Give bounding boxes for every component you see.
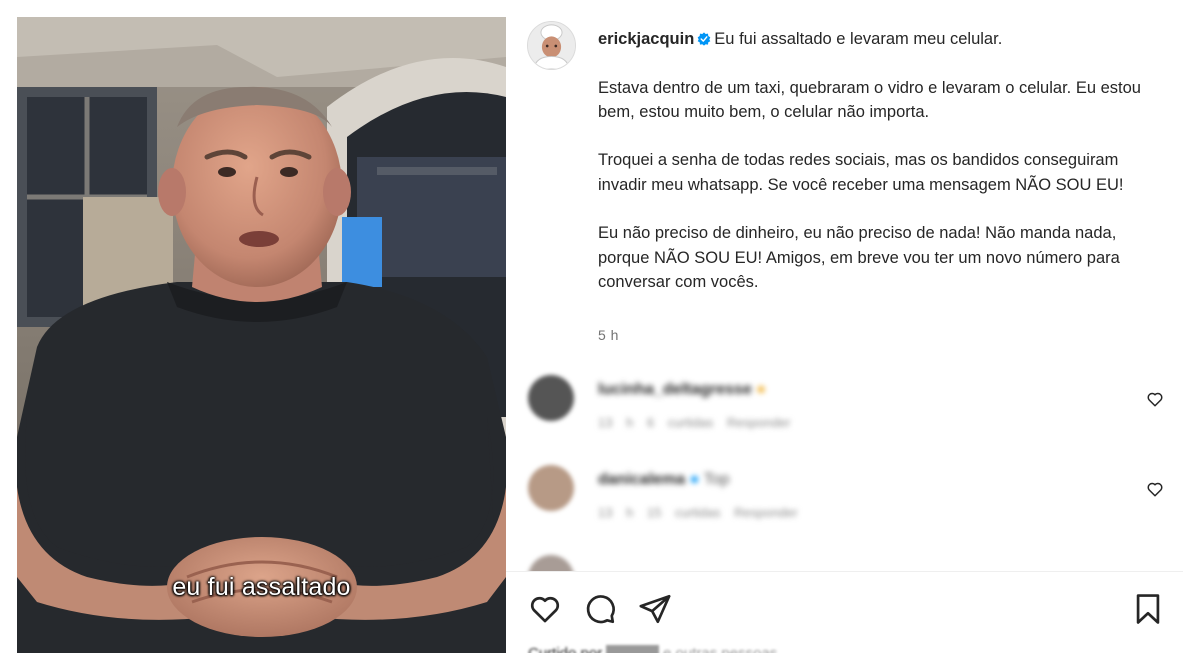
post-paragraph-1: Eu fui assaltado e levaram meu celular.: [714, 30, 1003, 48]
avatar-icon: [528, 22, 575, 69]
post-sidebar: erickjacquin Eu fui assaltado e levaram m…: [506, 17, 1183, 653]
post-first-line: erickjacquin Eu fui assaltado e levaram m…: [598, 27, 1158, 51]
comment-item: danicalema ● Top 13 h 15 curtidas Respon…: [506, 463, 1183, 533]
comment-icon: [586, 595, 615, 624]
comment-username[interactable]: lucinha_deltagresse ●: [598, 381, 766, 399]
bookmark-icon: [1136, 594, 1160, 624]
post-timestamp[interactable]: 5 h: [598, 327, 619, 343]
comment-like-button[interactable]: [1146, 480, 1164, 498]
heart-icon: [530, 596, 560, 623]
video-caption: eu fui assaltado: [172, 573, 351, 601]
post-paragraph-3: Troquei a senha de todas redes sociais, …: [598, 151, 1124, 194]
verified-badge-icon: [697, 32, 711, 46]
comment-like-button[interactable]: [1146, 390, 1164, 408]
post-paragraph-4: Eu não preciso de dinheiro, eu não preci…: [598, 224, 1120, 291]
post-username[interactable]: erickjacquin: [598, 30, 694, 48]
comment-meta: 13 h 6 curtidas Responder: [598, 415, 791, 430]
comment-item: lucinha_deltagresse ● 13 h 6 curtidas Re…: [506, 373, 1183, 443]
share-button[interactable]: [638, 592, 672, 626]
save-button[interactable]: [1131, 592, 1165, 626]
comment-meta: 13 h 15 curtidas Responder: [598, 505, 798, 520]
avatar[interactable]: [527, 21, 576, 70]
post-action-bar: Curtido por xxxxxxx e outras pessoas: [506, 571, 1183, 653]
video-frame: [17, 17, 506, 653]
comment-avatar[interactable]: [528, 375, 574, 421]
comment-avatar[interactable]: [528, 465, 574, 511]
like-button[interactable]: [528, 592, 562, 626]
post-paragraph-2: Estava dentro de um taxi, quebraram o vi…: [598, 78, 1141, 121]
video-player[interactable]: eu fui assaltado: [17, 17, 506, 653]
comment-button[interactable]: [583, 592, 617, 626]
comment-username[interactable]: danicalema ● Top: [598, 471, 730, 489]
heart-icon: [1147, 482, 1163, 497]
share-icon: [639, 594, 671, 624]
liked-by-text[interactable]: Curtido por xxxxxxx e outras pessoas: [528, 645, 777, 653]
heart-icon: [1147, 392, 1163, 407]
